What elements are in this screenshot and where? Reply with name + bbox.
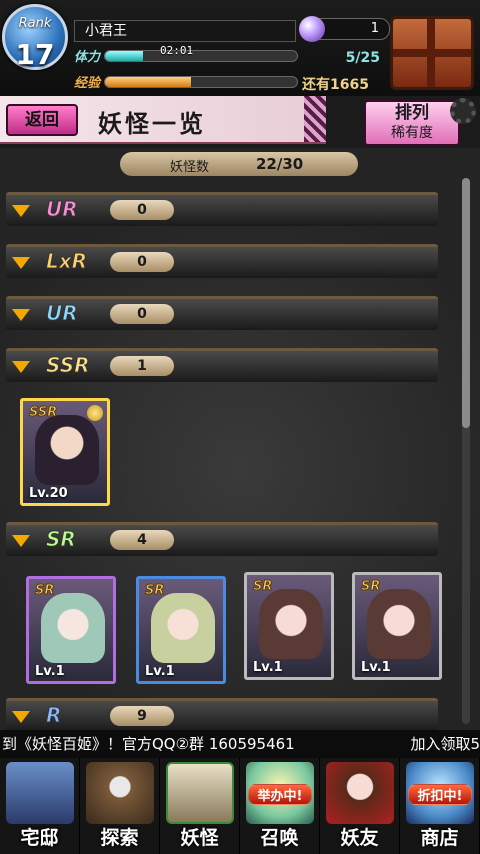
rank-word: Rank	[18, 16, 52, 31]
yokai-portrait	[151, 593, 215, 663]
page-title: 妖怪一览	[98, 109, 206, 138]
yokai-count: 妖怪数 22/30	[120, 152, 358, 176]
expand-arrow-icon	[12, 361, 30, 373]
sort-value: 稀有度	[391, 125, 433, 141]
stamina-timer: 02:01	[160, 44, 194, 57]
yokai-card[interactable]: SR Lv.1	[352, 572, 442, 680]
rarity-label: LxR	[45, 249, 88, 274]
card-level: Lv.20	[29, 486, 68, 501]
stamina-label: 体力	[74, 50, 101, 65]
nav-shop[interactable]: 折扣中! 商店	[400, 758, 480, 854]
expand-arrow-icon	[12, 309, 30, 321]
nav-yokai[interactable]: 妖怪	[160, 758, 240, 854]
orb-counter[interactable]: 1	[299, 16, 390, 42]
rarity-count: 1	[110, 356, 174, 376]
exp-bar-fill	[105, 77, 192, 87]
yokai-portrait	[259, 589, 323, 659]
stamina-bar	[104, 50, 298, 62]
rarity-row-ur-pink[interactable]: UR 0	[6, 192, 438, 226]
rarity-count: 0	[110, 200, 174, 220]
nav-explore[interactable]: 探索	[80, 758, 160, 854]
yokai-portrait	[367, 589, 431, 659]
rarity-row-ur[interactable]: UR 0	[6, 296, 438, 330]
sort-label: 排列	[395, 103, 429, 123]
yokai-portrait	[35, 415, 99, 485]
nav-label: 宅邸	[20, 827, 59, 849]
yokai-count-label: 妖怪数	[170, 160, 210, 175]
rarity-label: UR	[46, 301, 79, 326]
yokai-card[interactable]: SR Lv.1	[136, 576, 226, 684]
rarity-label: R	[45, 703, 62, 728]
yokai-portrait	[41, 593, 105, 663]
yokai-count-value: 22/30	[256, 155, 304, 173]
page-header: 返回 妖怪一览 排列 稀有度	[0, 96, 480, 148]
spirit-orb-icon	[299, 16, 325, 42]
rarity-row-lxr[interactable]: LxR 0	[6, 244, 438, 278]
expand-arrow-icon	[12, 257, 30, 269]
nav-label: 商店	[420, 827, 459, 849]
card-rarity: SR	[252, 579, 273, 595]
expand-arrow-icon	[12, 535, 30, 547]
title-banner: 返回 妖怪一览	[0, 96, 326, 144]
bottom-nav: 宅邸 探索 妖怪 举办中! 召唤 妖友 折扣中! 商店	[0, 758, 480, 854]
scrollbar[interactable]	[462, 178, 470, 724]
player-name[interactable]: 小君王	[74, 20, 296, 42]
status-bar: Rank 17 小君王 1 体力 02:01 5/25 经验 还有1665	[0, 0, 480, 96]
event-badge: 举办中!	[248, 784, 312, 805]
card-level: Lv.1	[361, 660, 391, 675]
rank-number: 17	[15, 38, 55, 71]
stamina-bar-fill	[105, 51, 144, 61]
exp-bar	[104, 76, 298, 88]
nav-label: 探索	[100, 827, 139, 849]
nav-label: 妖怪	[180, 827, 219, 849]
back-button[interactable]: 返回	[6, 104, 78, 136]
orb-count: 1	[370, 21, 379, 36]
medal-icon	[87, 405, 103, 421]
yokai-card[interactable]: SR Lv.1	[244, 572, 334, 680]
card-rarity: SR	[34, 583, 55, 599]
card-rarity: SR	[360, 579, 381, 595]
nav-label: 召唤	[260, 827, 299, 849]
nav-summon[interactable]: 举办中! 召唤	[240, 758, 320, 854]
card-rarity: SR	[144, 583, 165, 599]
rarity-count: 9	[110, 706, 174, 726]
expand-arrow-icon	[12, 711, 30, 723]
friend-icon	[326, 762, 394, 824]
rarity-label: SSR	[46, 353, 90, 378]
scroll-icon	[166, 762, 234, 824]
rarity-count: 4	[110, 530, 174, 550]
card-level: Lv.1	[253, 660, 283, 675]
magnifier-icon	[86, 762, 154, 824]
sort-button[interactable]: 排列 稀有度	[364, 100, 460, 146]
rank-badge[interactable]: Rank 17	[2, 4, 68, 90]
exp-label: 经验	[74, 76, 101, 91]
rarity-count: 0	[110, 304, 174, 324]
yokai-list[interactable]: 妖怪数 22/30 UR 0 LxR 0 UR 0 SSR 1 SSR Lv.2…	[0, 148, 480, 730]
expand-arrow-icon	[12, 205, 30, 217]
rarity-row-sr[interactable]: SR 4	[6, 522, 438, 556]
house-icon	[6, 762, 74, 824]
nav-friends[interactable]: 妖友	[320, 758, 400, 854]
rarity-label: SR	[46, 527, 77, 552]
nav-mansion[interactable]: 宅邸	[0, 758, 80, 854]
ticker-message: 到《妖怪百姬》！官方QQ②群 160595461	[2, 735, 295, 753]
exp-remaining: 还有1665	[302, 77, 369, 93]
card-rarity: SSR	[28, 405, 58, 421]
stamina-value: 5/25	[345, 50, 380, 66]
rarity-label: UR	[46, 197, 79, 222]
nav-label: 妖友	[340, 827, 379, 849]
rarity-row-r[interactable]: R 9	[6, 698, 438, 730]
card-level: Lv.1	[145, 664, 175, 679]
rarity-count: 0	[110, 252, 174, 272]
treasure-chest-icon[interactable]	[390, 16, 474, 90]
sale-badge: 折扣中!	[408, 784, 472, 805]
scrollbar-thumb[interactable]	[462, 178, 470, 428]
yokai-card[interactable]: SR Lv.1	[26, 576, 116, 684]
rarity-row-ssr[interactable]: SSR 1	[6, 348, 438, 382]
ticker-join: 加入领取5	[410, 735, 480, 753]
card-level: Lv.1	[35, 664, 65, 679]
gear-icon	[450, 98, 476, 124]
announcement-ticker: 到《妖怪百姬》！官方QQ②群 160595461 加入领取5	[0, 730, 480, 758]
yokai-card[interactable]: SSR Lv.20	[20, 398, 110, 506]
